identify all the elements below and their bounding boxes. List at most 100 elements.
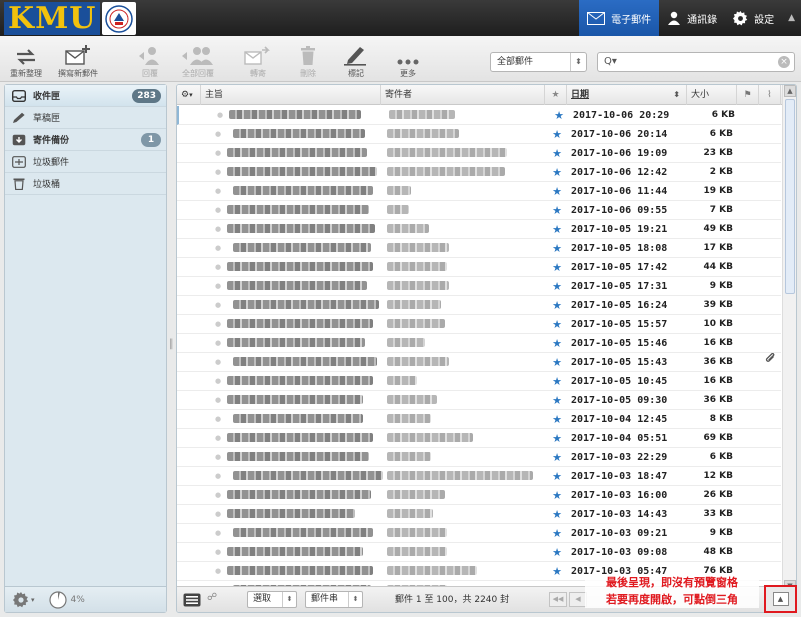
thread-dropdown[interactable]: 郵件串 ⬍ [305, 591, 363, 608]
message-size: 36 KB [703, 357, 734, 367]
message-row[interactable]: ● ★ 2017-10-03 09:08 48 KB [177, 543, 781, 562]
chevron-down-icon: ▾ [31, 595, 35, 604]
folder-item-trash[interactable]: 垃圾桶 [5, 173, 166, 195]
nav-mail[interactable]: 電子郵件 [579, 0, 660, 36]
star-icon[interactable]: ★ [547, 201, 567, 220]
column-flag-star-icon[interactable]: ★ [545, 85, 567, 105]
toolbar-button-mark[interactable]: 標記 [330, 40, 382, 79]
message-row[interactable]: ● ★ 2017-10-06 09:55 7 KB [177, 201, 781, 220]
star-icon[interactable]: ★ [547, 144, 567, 163]
message-row[interactable]: ● ★ 2017-10-05 17:31 9 KB [177, 277, 781, 296]
toolbar-button-forward[interactable]: 轉寄 [232, 40, 284, 79]
message-row[interactable]: ● ★ 2017-10-05 15:46 16 KB [177, 334, 781, 353]
star-icon[interactable]: ★ [547, 429, 567, 448]
star-icon[interactable]: ★ [547, 182, 567, 201]
star-icon[interactable]: ★ [547, 163, 567, 182]
star-icon[interactable]: ★ [547, 562, 567, 581]
list-view-icon[interactable] [183, 593, 201, 610]
list-options-button[interactable]: ⚙▾ [177, 85, 201, 105]
star-icon[interactable]: ★ [547, 448, 567, 467]
message-row[interactable]: ● ★ 2017-10-03 09:21 9 KB [177, 524, 781, 543]
message-date: 2017-10-06 20:14 [571, 129, 668, 140]
nav-settings[interactable]: 設定 [725, 0, 782, 36]
toolbar-button-refresh[interactable]: 重新整理 [0, 40, 52, 79]
star-icon[interactable]: ★ [547, 353, 567, 372]
message-sender [387, 353, 449, 372]
toolbar-button-more[interactable]: 更多 [382, 40, 434, 79]
message-row[interactable]: ● ★ 2017-10-06 11:44 19 KB [177, 182, 781, 201]
select-dropdown[interactable]: 選取 ⬍ [247, 591, 297, 608]
star-icon[interactable]: ★ [547, 258, 567, 277]
message-row[interactable]: ● ★ 2017-10-05 18:08 17 KB [177, 239, 781, 258]
list-scrollbar[interactable]: ▲ ▼ [782, 85, 796, 592]
message-row[interactable]: ● ★ 2017-10-03 16:00 26 KB [177, 486, 781, 505]
folder-options-button[interactable]: ▾ [13, 591, 35, 608]
star-icon[interactable]: ★ [547, 543, 567, 562]
star-icon[interactable]: ★ [547, 467, 567, 486]
first-page-icon[interactable]: ◀◀ [549, 592, 567, 607]
nav-contacts[interactable]: 通訊錄 [659, 0, 725, 36]
column-date[interactable]: 日期 ⬍ [567, 85, 687, 105]
star-icon[interactable]: ★ [547, 315, 567, 334]
unread-dot-icon: ● [215, 548, 222, 556]
star-icon[interactable]: ★ [547, 296, 567, 315]
header-collapse-icon[interactable]: ▲ [782, 0, 801, 36]
message-row[interactable]: ● ★ 2017-10-03 18:47 12 KB [177, 467, 781, 486]
message-row[interactable]: ● ★ 2017-10-06 20:29 6 KB [177, 106, 781, 125]
folder-item-sent[interactable]: 寄件備份 1 [5, 129, 166, 151]
folder-item-junk[interactable]: 垃圾郵件 [5, 151, 166, 173]
star-icon[interactable]: ★ [547, 486, 567, 505]
message-row[interactable]: ● ★ 2017-10-04 05:51 69 KB [177, 429, 781, 448]
search-input[interactable]: Q▾ × [597, 52, 795, 72]
column-attachment-icon[interactable]: ⌇ [759, 85, 781, 105]
star-icon[interactable]: ★ [547, 391, 567, 410]
column-subject[interactable]: 主旨 [201, 85, 381, 105]
scroll-up-icon[interactable]: ▲ [784, 85, 796, 97]
column-flag-icon[interactable]: ⚑ [737, 85, 759, 105]
message-sender [387, 448, 431, 467]
mail-filter-select[interactable]: 全部郵件 ⬍ [490, 52, 587, 72]
search-icon[interactable]: Q▾ [604, 56, 617, 67]
star-icon[interactable]: ★ [547, 410, 567, 429]
toolbar-button-compose[interactable]: 撰寫新郵件 [52, 40, 104, 79]
threads-icon[interactable]: ☍ [207, 592, 217, 603]
message-row[interactable]: ● ★ 2017-10-05 09:30 36 KB [177, 391, 781, 410]
quota-indicator: 4% [48, 590, 85, 609]
pane-splitter[interactable]: ║ [168, 340, 174, 360]
message-row[interactable]: ● ★ 2017-10-05 19:21 49 KB [177, 220, 781, 239]
message-row[interactable]: ● ★ 2017-10-05 15:43 36 KB [177, 352, 781, 372]
star-icon[interactable]: ★ [547, 277, 567, 296]
message-row[interactable]: ● ★ 2017-10-03 14:43 33 KB [177, 505, 781, 524]
preview-pane-toggle-button[interactable]: ▲ [764, 585, 797, 613]
message-row[interactable]: ● ★ 2017-10-05 15:57 10 KB [177, 315, 781, 334]
message-row[interactable]: ● ★ 2017-10-06 12:42 2 KB [177, 163, 781, 182]
folder-item-drafts[interactable]: 草稿匣 [5, 107, 166, 129]
logo[interactable]: KMU [4, 2, 137, 35]
star-icon[interactable]: ★ [547, 505, 567, 524]
message-row[interactable]: ● ★ 2017-10-06 19:09 23 KB [177, 144, 781, 163]
clear-search-icon[interactable]: × [778, 56, 790, 68]
message-row[interactable]: ● ★ 2017-10-05 16:24 39 KB [177, 296, 781, 315]
message-subject [233, 524, 373, 543]
message-row[interactable]: ● ★ 2017-10-05 10:45 16 KB [177, 372, 781, 391]
column-from[interactable]: 寄件者 [381, 85, 545, 105]
toolbar-button-reply-all[interactable]: 全部回覆 [172, 40, 224, 79]
message-row[interactable]: ● ★ 2017-10-06 20:14 6 KB [177, 125, 781, 144]
star-icon[interactable]: ★ [547, 524, 567, 543]
toolbar-button-trash[interactable]: 刪除 [282, 40, 334, 79]
star-icon[interactable]: ★ [549, 106, 569, 125]
star-icon[interactable]: ★ [547, 125, 567, 144]
star-icon[interactable]: ★ [547, 220, 567, 239]
toolbar-button-label: 標記 [348, 69, 364, 78]
message-subject [227, 429, 373, 448]
message-row[interactable]: ● ★ 2017-10-05 17:42 44 KB [177, 258, 781, 277]
column-size[interactable]: 大小 [687, 85, 737, 105]
message-row[interactable]: ● ★ 2017-10-04 12:45 8 KB [177, 410, 781, 429]
message-row[interactable]: ● ★ 2017-10-03 22:29 6 KB [177, 448, 781, 467]
scroll-thumb[interactable] [785, 99, 795, 294]
toolbar-button-reply[interactable]: 回覆 [124, 40, 176, 79]
folder-item-inbox[interactable]: 收件匣 283 [5, 85, 166, 107]
star-icon[interactable]: ★ [547, 334, 567, 353]
star-icon[interactable]: ★ [547, 239, 567, 258]
star-icon[interactable]: ★ [547, 372, 567, 391]
